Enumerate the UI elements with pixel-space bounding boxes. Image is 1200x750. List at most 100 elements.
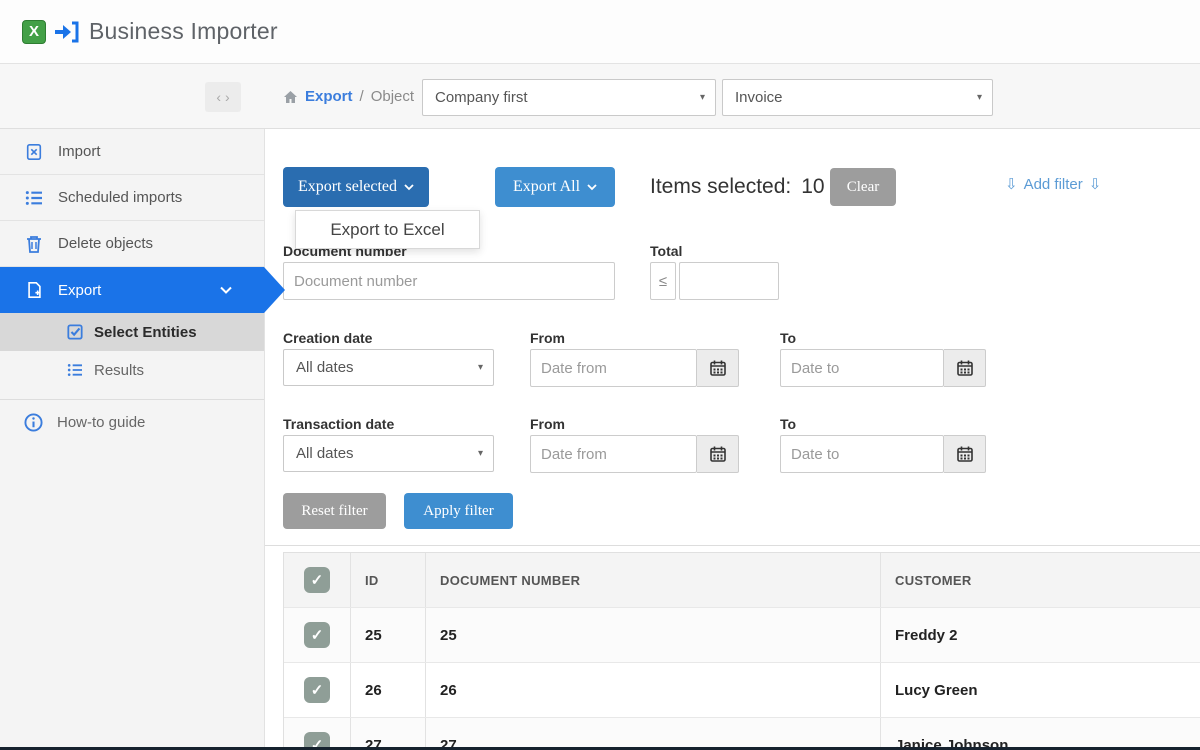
cell-id: 26: [351, 663, 426, 717]
company-select[interactable]: Company first ▾: [422, 79, 716, 116]
sidebar-item-label: How-to guide: [57, 414, 146, 431]
chevron-down-icon: [220, 267, 232, 313]
total-operator[interactable]: ≤: [650, 262, 676, 300]
apply-filter-label: Apply filter: [423, 502, 494, 519]
entity-select-value: Invoice: [735, 89, 783, 106]
down-arrow-icon: ⇩: [1005, 176, 1018, 193]
sidebar-item-label: Import: [58, 143, 101, 160]
creation-date-from-input[interactable]: [530, 349, 697, 387]
creation-date-select[interactable]: All dates ▾: [283, 349, 494, 386]
creation-date-value: All dates: [296, 359, 354, 376]
chevron-down-icon: [404, 183, 414, 190]
sidebar-item-scheduled-imports[interactable]: Scheduled imports: [0, 175, 264, 221]
checkbox-checked-icon: [66, 323, 84, 341]
row-checkbox[interactable]: [304, 677, 330, 703]
cell-id: 25: [351, 608, 426, 662]
clear-button[interactable]: Clear: [830, 168, 896, 206]
reset-filter-button[interactable]: Reset filter: [283, 493, 386, 529]
chevron-down-icon: [587, 183, 597, 190]
sidebar-subitem-label: Select Entities: [94, 323, 197, 341]
items-selected-label: Items selected:: [650, 175, 792, 198]
creation-to-label: To: [780, 330, 797, 346]
cell-id: 27: [351, 718, 426, 750]
calendar-button[interactable]: [697, 435, 739, 473]
results-table: ID DOCUMENT NUMBER CUSTOMER 25 25 Freddy…: [283, 552, 1200, 750]
calendar-button[interactable]: [944, 435, 986, 473]
list-icon: [66, 361, 84, 379]
column-header-document-number: DOCUMENT NUMBER: [426, 553, 881, 607]
chevron-left-icon: ‹: [216, 89, 221, 105]
calendar-icon: [956, 446, 973, 462]
app-logo: X: [22, 19, 79, 44]
row-checkbox[interactable]: [304, 622, 330, 648]
cell-document-number: 26: [426, 663, 881, 717]
breadcrumb-separator: /: [359, 88, 364, 105]
cell-customer: Lucy Green: [895, 681, 978, 699]
cell-document-number: 27: [426, 718, 881, 750]
sidebar-item-export[interactable]: Export: [0, 267, 285, 313]
down-arrow-icon: ⇩: [1088, 176, 1102, 193]
transaction-date-to-input[interactable]: [780, 435, 944, 473]
creation-date-label: Creation date: [283, 330, 373, 346]
sidebar-item-howto-guide[interactable]: How-to guide: [0, 399, 264, 445]
company-select-value: Company first: [435, 89, 528, 106]
breadcrumb: Export / Object: [283, 64, 414, 129]
import-arrow-icon: [53, 20, 79, 44]
menu-item-export-to-excel[interactable]: Export to Excel: [296, 211, 479, 248]
creation-from-label: From: [530, 330, 565, 346]
table-row[interactable]: 26 26 Lucy Green: [284, 663, 1200, 718]
sidebar-collapse-toggle[interactable]: ‹ ›: [205, 82, 241, 112]
section-divider: [265, 545, 1200, 546]
sidebar-item-delete-objects[interactable]: Delete objects: [0, 221, 264, 267]
entity-select[interactable]: Invoice ▾: [722, 79, 993, 116]
dropdown-arrow-icon: ▾: [477, 362, 483, 373]
export-all-label: Export All: [512, 178, 581, 195]
breadcrumb-link-export[interactable]: Export: [305, 88, 353, 105]
home-icon: [283, 90, 298, 104]
table-row[interactable]: 25 25 Freddy 2: [284, 608, 1200, 663]
list-icon: [24, 188, 44, 208]
sidebar-subitem-select-entities[interactable]: Select Entities: [0, 313, 264, 351]
items-selected-count: 10: [801, 175, 825, 198]
total-label: Total: [650, 243, 683, 259]
chevron-right-icon: ›: [225, 89, 230, 105]
sidebar-item-label: Delete objects: [58, 235, 154, 252]
total-input[interactable]: [679, 262, 779, 300]
export-all-button[interactable]: Export All: [495, 167, 615, 207]
select-all-checkbox[interactable]: [304, 567, 330, 593]
excel-icon: X: [22, 19, 46, 44]
main-content: Export selected Export All Items selecte…: [265, 129, 1200, 750]
transaction-from-label: From: [530, 416, 565, 432]
cell-customer: Janice Johnson: [895, 736, 1009, 750]
cell-customer: Freddy 2: [895, 626, 958, 644]
sidebar-subitem-label: Results: [94, 361, 145, 379]
export-selected-button[interactable]: Export selected: [283, 167, 429, 207]
breadcrumb-current: Object: [370, 88, 415, 105]
trash-icon: [24, 234, 44, 254]
export-selected-menu: Export to Excel: [295, 210, 480, 249]
document-number-input[interactable]: [283, 262, 615, 300]
sidebar: Import Scheduled imports Delete objects …: [0, 129, 285, 750]
business-importer-app: X Business Importer ‹ › Export / Object: [0, 0, 1200, 750]
breadcrumb-bar: ‹ › Export / Object Company first ▾ Invo…: [0, 64, 1200, 129]
sidebar-subitem-results[interactable]: Results: [0, 351, 264, 389]
transaction-date-value: All dates: [296, 445, 354, 462]
sidebar-item-import[interactable]: Import: [0, 129, 264, 175]
dropdown-arrow-icon: ▾: [976, 92, 982, 103]
add-filter-link[interactable]: ⇩ Add filter ⇩: [1005, 175, 1102, 194]
cell-document-number: 25: [426, 608, 881, 662]
items-selected-status: Items selected: 10: [650, 167, 825, 207]
info-icon: [24, 413, 43, 432]
transaction-date-select[interactable]: All dates ▾: [283, 435, 494, 472]
sidebar-item-label: Export: [58, 281, 102, 299]
export-file-icon: [24, 280, 44, 300]
table-row[interactable]: 27 27 Janice Johnson: [284, 718, 1200, 750]
apply-filter-button[interactable]: Apply filter: [404, 493, 513, 529]
calendar-button[interactable]: [944, 349, 986, 387]
excel-file-icon: [24, 142, 44, 162]
calendar-button[interactable]: [697, 349, 739, 387]
creation-date-to-input[interactable]: [780, 349, 944, 387]
calendar-icon: [709, 360, 726, 376]
column-header-customer: CUSTOMER: [895, 572, 972, 588]
transaction-date-from-input[interactable]: [530, 435, 697, 473]
